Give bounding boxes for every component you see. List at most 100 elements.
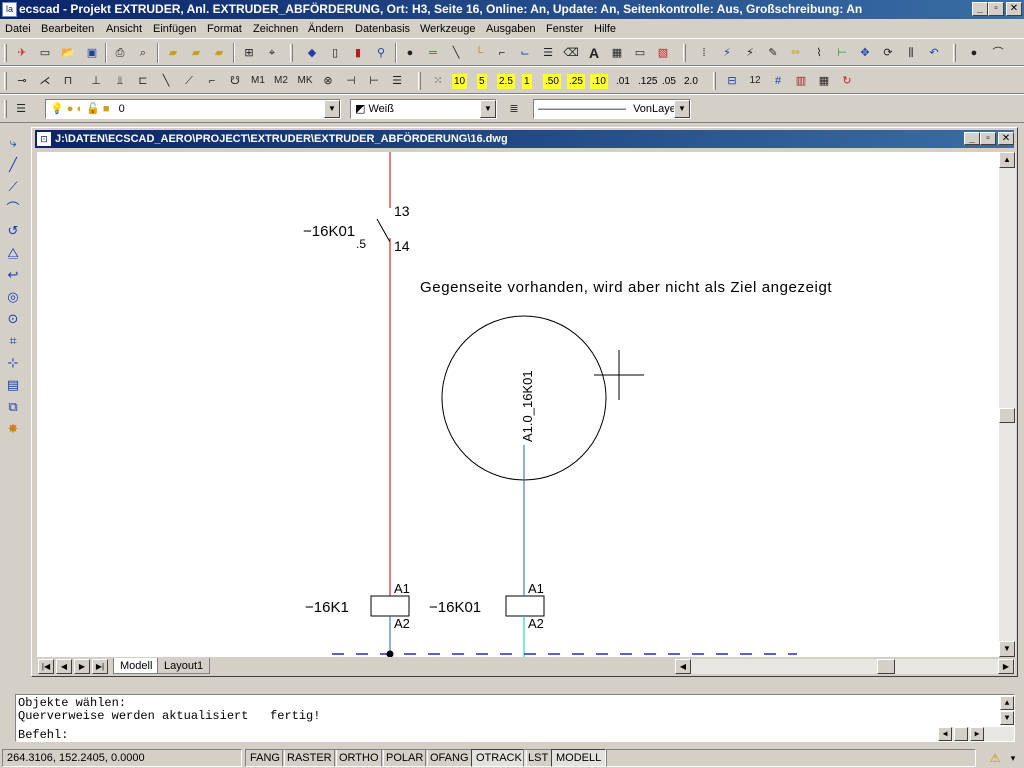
- pencil-icon[interactable]: ✏: [786, 43, 806, 63]
- menu-werkzeuge[interactable]: Werkzeuge: [420, 21, 475, 37]
- scroll-left-icon[interactable]: ◀: [938, 727, 952, 741]
- prev-tab-icon[interactable]: ◀: [56, 659, 72, 674]
- project-folder-icon[interactable]: ▰: [186, 43, 206, 63]
- mode-ortho[interactable]: ORTHO: [334, 749, 384, 767]
- toolbar-grip[interactable]: [713, 72, 716, 90]
- doc-close-button[interactable]: ✕: [998, 132, 1014, 145]
- warning-icon[interactable]: ⚠: [986, 750, 1004, 766]
- layer-manager-icon[interactable]: ☰: [11, 99, 31, 119]
- coil-icon[interactable]: ⊏: [133, 71, 153, 91]
- menu-datei[interactable]: Datei: [5, 21, 31, 37]
- plc-icon[interactable]: ▥: [791, 71, 811, 91]
- ellipse-icon[interactable]: ⊙: [3, 309, 23, 329]
- toolbar-grip[interactable]: [290, 44, 293, 62]
- snap-5-button[interactable]: 5: [477, 74, 487, 89]
- toolbar-grip[interactable]: [418, 72, 421, 90]
- minimize-button[interactable]: _: [972, 2, 988, 16]
- text-icon[interactable]: A: [584, 43, 604, 63]
- lamp-icon[interactable]: ⊗: [318, 71, 338, 91]
- circle-arc-icon[interactable]: ↺: [3, 221, 23, 241]
- toolbar-grip[interactable]: [4, 72, 7, 90]
- menu-hilfe[interactable]: Hilfe: [594, 21, 616, 37]
- last-tab-icon[interactable]: ▶|: [92, 659, 108, 674]
- point-icon[interactable]: ●: [964, 43, 984, 63]
- drawing-title-bar[interactable]: J:\DATEN\ECSCAD_AERO\PROJECT\EXTRUDER\EX…: [35, 130, 1014, 148]
- move-icon[interactable]: ✥: [855, 43, 875, 63]
- menu-format[interactable]: Format: [207, 21, 242, 37]
- vertical-scrollbar[interactable]: ▲ ▼: [999, 152, 1016, 657]
- print-icon[interactable]: ⎙: [110, 43, 130, 63]
- line-icon[interactable]: ╲: [446, 43, 466, 63]
- mode-lst[interactable]: LST: [523, 749, 554, 767]
- toolbar-grip[interactable]: [683, 44, 686, 62]
- polyline-icon[interactable]: ⤷: [3, 133, 23, 153]
- menu-aendern[interactable]: Ändern: [308, 21, 343, 37]
- coil1-symbol[interactable]: [370, 595, 410, 617]
- snap-2-0-button[interactable]: 2.0: [682, 74, 700, 89]
- contact-changeover-icon[interactable]: ⌐: [202, 71, 222, 91]
- scroll-right-icon[interactable]: ▶: [970, 727, 984, 741]
- menu-ansicht[interactable]: Ansicht: [106, 21, 142, 37]
- contact-blade[interactable]: [376, 218, 391, 243]
- measure-icon[interactable]: ⊢: [832, 43, 852, 63]
- new-file-icon[interactable]: ▭: [35, 43, 55, 63]
- image-icon[interactable]: ▧: [653, 43, 673, 63]
- frame-icon[interactable]: ▭: [630, 43, 650, 63]
- dots-icon[interactable]: ⁞: [694, 43, 714, 63]
- hash-icon[interactable]: #: [768, 71, 788, 91]
- wire-icon[interactable]: ═: [423, 43, 443, 63]
- switch-icon[interactable]: ⊥: [86, 71, 106, 91]
- scroll-down-icon[interactable]: ▼: [999, 641, 1015, 657]
- snap-10-button[interactable]: 10: [452, 74, 468, 89]
- mk-icon[interactable]: MK: [295, 71, 315, 91]
- m2-icon[interactable]: M2: [271, 71, 291, 91]
- menu-bearbeiten[interactable]: Bearbeiten: [41, 21, 94, 37]
- tab-modell[interactable]: Modell: [113, 658, 160, 674]
- cross-reference-icon[interactable]: ⊟: [722, 71, 742, 91]
- search-icon[interactable]: ⚲: [371, 43, 391, 63]
- undo-icon[interactable]: ↶: [924, 43, 944, 63]
- chevron-down-icon[interactable]: ▼: [480, 100, 496, 118]
- drawing-canvas[interactable]: −16K01 .5 13 14 Gegenseite vorhanden, wi…: [37, 152, 999, 657]
- close-button[interactable]: ✕: [1006, 2, 1022, 16]
- snap-050-button[interactable]: .50: [543, 74, 561, 89]
- snap-0125-button[interactable]: .125: [636, 74, 659, 89]
- mode-fang[interactable]: FANG: [245, 749, 285, 767]
- contact-no-icon[interactable]: ╲: [156, 71, 176, 91]
- copy-icon[interactable]: ⧉: [3, 397, 23, 417]
- scroll-up-icon[interactable]: ▲: [999, 152, 1015, 168]
- print-preview-icon[interactable]: ⌕: [133, 43, 153, 63]
- menu-fenster[interactable]: Fenster: [546, 21, 583, 37]
- command-scrollbar[interactable]: ▲ ▼: [1000, 696, 1014, 726]
- chevron-down-icon[interactable]: ▼: [674, 100, 690, 118]
- snap-010-button[interactable]: .10: [590, 74, 608, 89]
- junction-dot[interactable]: [386, 650, 394, 658]
- bridge-icon[interactable]: ⌙: [515, 43, 535, 63]
- device-icon[interactable]: ▯: [325, 43, 345, 63]
- terminal-icon[interactable]: ▮: [348, 43, 368, 63]
- scroll-up-icon[interactable]: ▲: [1000, 696, 1014, 710]
- scroll-left-icon[interactable]: ◀: [675, 659, 691, 674]
- numbering-icon[interactable]: 12: [745, 71, 765, 91]
- toolbar-grip[interactable]: [953, 44, 956, 62]
- shield-icon[interactable]: ⋌: [35, 71, 55, 91]
- sensor-icon[interactable]: ☋: [225, 71, 245, 91]
- toolbar-grip[interactable]: [4, 44, 7, 62]
- open-file-icon[interactable]: 📂: [58, 43, 78, 63]
- snap-2-5-button[interactable]: 2.5: [497, 74, 515, 89]
- rotate-icon[interactable]: ⟳: [878, 43, 898, 63]
- symbol-icon[interactable]: ◆: [302, 43, 322, 63]
- tab-layout1[interactable]: Layout1: [157, 658, 211, 674]
- linetype-select[interactable]: ———————— VonLayer ▼: [533, 99, 691, 119]
- contact-nc-icon[interactable]: ⟋: [179, 71, 199, 91]
- spline-icon[interactable]: ↩: [3, 265, 23, 285]
- menu-ausgaben[interactable]: Ausgaben: [486, 21, 536, 37]
- busbar-icon[interactable]: ☰: [387, 71, 407, 91]
- layer-select[interactable]: 💡 ● ◐ 🔓 ■ 0 ▼: [45, 99, 341, 119]
- table-grid-icon[interactable]: ▦: [814, 71, 834, 91]
- ecscad-icon[interactable]: ✈: [12, 43, 32, 63]
- next-tab-icon[interactable]: ▶: [74, 659, 90, 674]
- doc-restore-button[interactable]: ▫: [980, 132, 996, 145]
- mode-polar[interactable]: POLAR: [381, 749, 429, 767]
- mirror-icon[interactable]: ⫼: [901, 43, 921, 63]
